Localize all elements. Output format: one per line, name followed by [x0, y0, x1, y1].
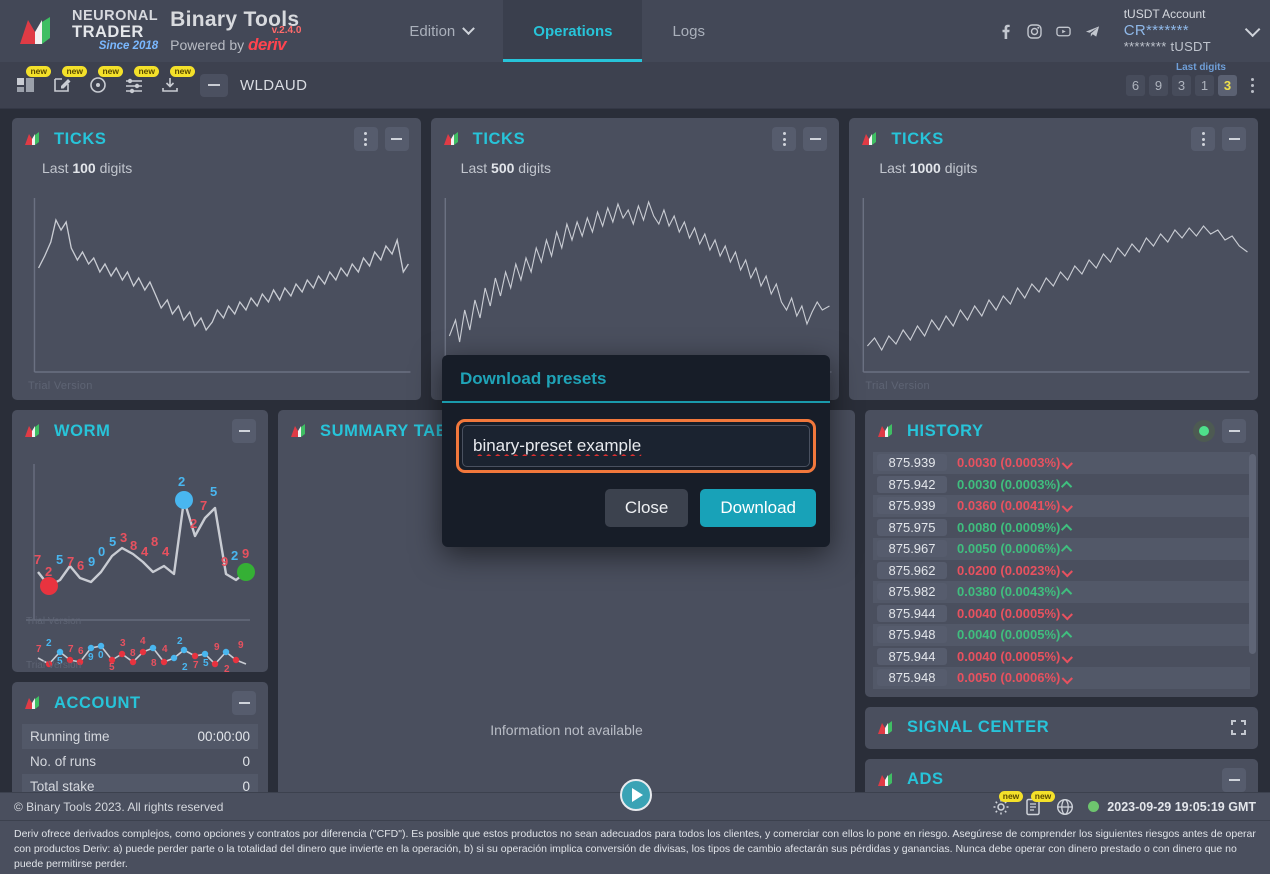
modal-body [442, 403, 830, 473]
server-time-status: 2023-09-29 19:05:19 GMT [1088, 800, 1256, 814]
download-presets-modal: Download presets Close Download [442, 355, 830, 547]
new-badge: new [1030, 790, 1056, 802]
modal-title: Download presets [460, 369, 607, 388]
status-indicator-dot [1088, 801, 1100, 812]
new-badge: new [998, 790, 1024, 802]
globe-icon[interactable] [1056, 798, 1074, 816]
modal-header: Download presets [442, 355, 830, 403]
gear-icon[interactable]: new [992, 790, 1024, 816]
download-button[interactable]: Download [700, 489, 816, 527]
close-button[interactable]: Close [604, 489, 689, 527]
modal-backdrop: Download presets Close Download [0, 0, 1270, 874]
modal-footer: Close Download [442, 473, 830, 547]
preset-name-input[interactable] [462, 425, 810, 467]
footer-right: new new 2023-09-29 19:05:19 GMT [992, 790, 1256, 816]
risk-disclaimer: Deriv ofrece derivados complejos, como o… [0, 820, 1270, 874]
run-bot-play-button[interactable] [620, 779, 652, 811]
server-timestamp: 2023-09-29 19:05:19 GMT [1107, 799, 1256, 814]
copyright-text: © Binary Tools 2023. All rights reserved [14, 799, 224, 814]
preset-name-input-wrapper [456, 419, 816, 473]
document-icon[interactable]: new [1024, 790, 1056, 816]
